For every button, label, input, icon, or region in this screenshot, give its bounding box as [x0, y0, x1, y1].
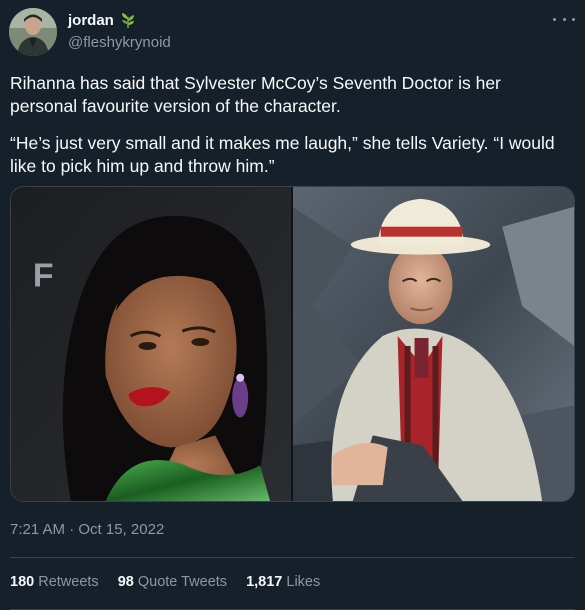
tweet-stats: 180 Retweets 98 Quote Tweets 1,817 Likes	[10, 574, 320, 590]
display-name[interactable]: jordan	[68, 12, 114, 29]
tweet-text-paragraph-1: Rihanna has said that Sylvester McCoy’s …	[10, 73, 501, 116]
name-row: jordan	[68, 11, 137, 29]
media-photo-2[interactable]	[293, 187, 574, 501]
media-photo-1[interactable]: F	[11, 187, 291, 501]
photo-rihanna-image: F	[11, 187, 291, 501]
svg-text:F: F	[33, 256, 54, 294]
likes-count: 1,817	[246, 574, 283, 590]
tweet-text-paragraph-2: “He’s just very small and it makes me la…	[10, 133, 555, 176]
avatar[interactable]	[9, 8, 57, 56]
likes-stat[interactable]: 1,817 Likes	[246, 574, 320, 590]
handle[interactable]: @fleshykrynoid	[68, 34, 171, 51]
more-dot	[553, 17, 556, 21]
retweets-label: Retweets	[38, 574, 99, 590]
more-dot	[562, 17, 566, 21]
retweets-stat[interactable]: 180 Retweets	[10, 574, 99, 590]
divider	[10, 557, 575, 558]
herb-icon	[119, 11, 137, 29]
more-dot	[572, 17, 575, 21]
tweet: jordan @fleshykrynoid Rihanna has said t…	[0, 0, 585, 610]
more-options-icon[interactable]	[553, 12, 575, 26]
photo-seventh-doctor-image	[293, 187, 574, 501]
likes-label: Likes	[286, 574, 321, 590]
avatar-image	[9, 8, 57, 56]
quote-tweets-label: Quote Tweets	[137, 574, 228, 590]
tweet-timestamp[interactable]: 7:21 AM · Oct 15, 2022	[10, 521, 164, 538]
tweet-media: F	[10, 186, 575, 502]
quote-tweets-stat[interactable]: 98 Quote Tweets	[118, 574, 227, 590]
quote-tweets-count: 98	[117, 574, 134, 590]
retweets-count: 180	[10, 574, 35, 590]
